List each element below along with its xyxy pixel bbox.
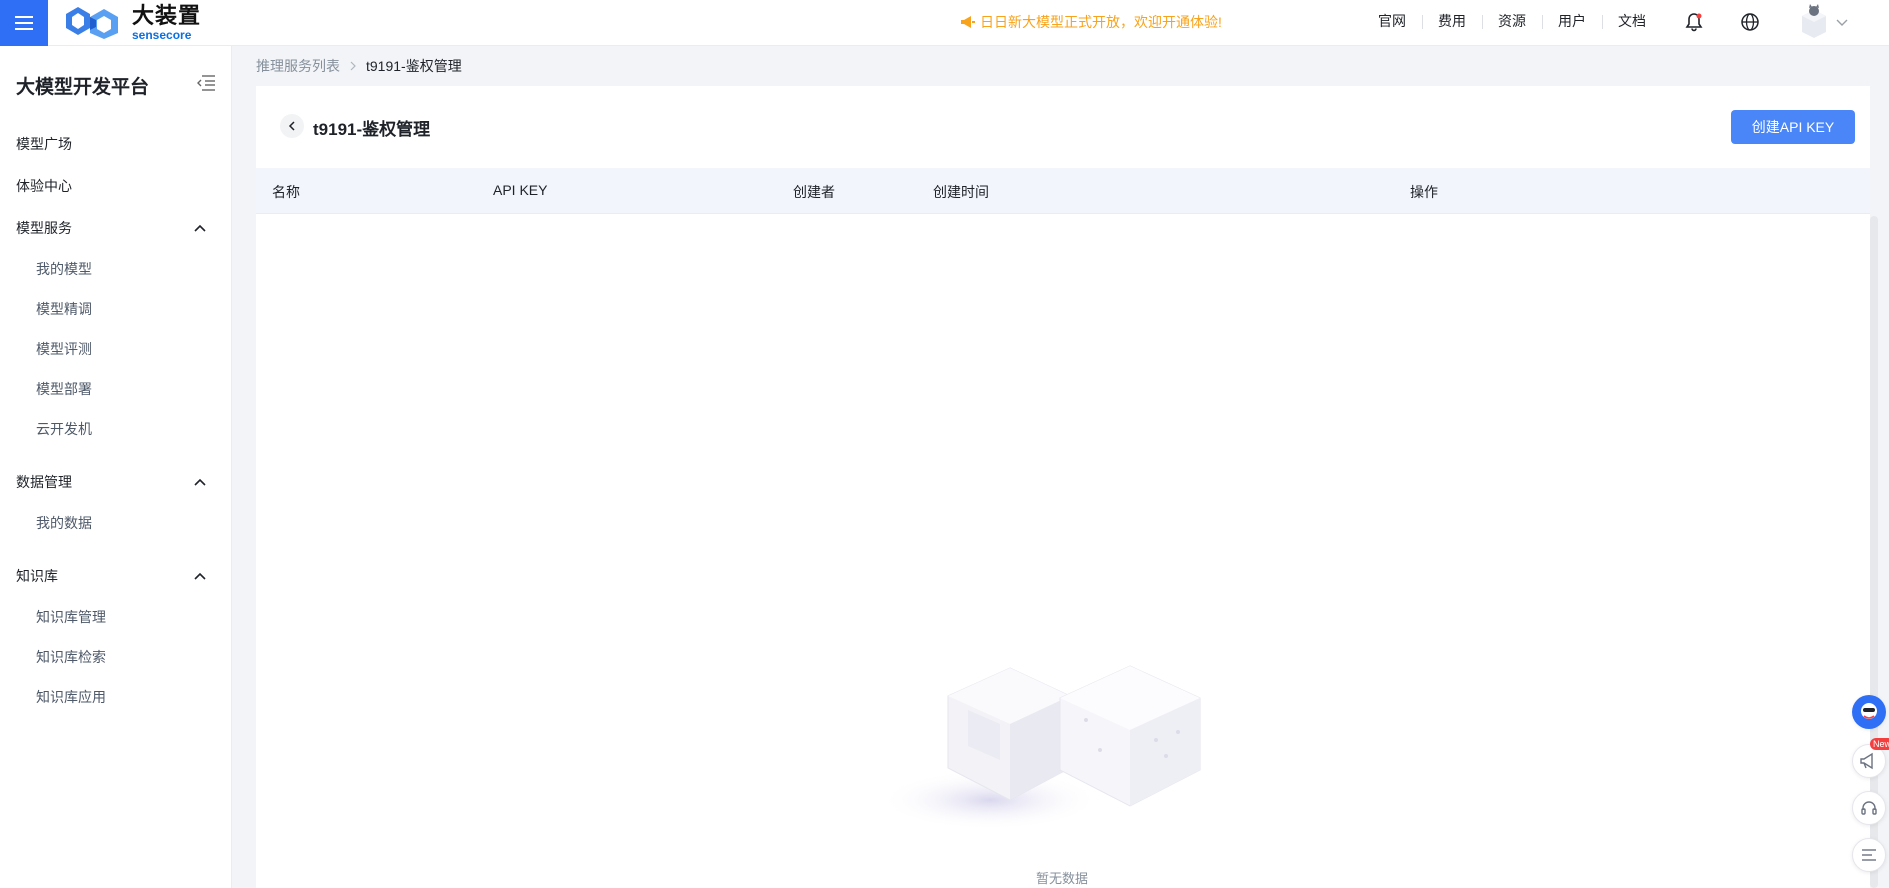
globe-icon[interactable] xyxy=(1738,10,1762,34)
chevron-down-icon[interactable] xyxy=(1836,14,1848,30)
column-header-created-time: 创建时间 xyxy=(933,184,989,200)
create-api-key-button[interactable]: 创建API KEY xyxy=(1731,110,1855,144)
sidebar-item-model-square[interactable]: 模型广场 xyxy=(16,134,72,154)
sidebar-group-label: 数据管理 xyxy=(16,474,72,490)
sidebar-item-my-models[interactable]: 我的模型 xyxy=(36,259,92,279)
nav-docs[interactable]: 文档 xyxy=(1602,11,1662,31)
announcement-text: 日日新大模型正式开放，欢迎开通体验! xyxy=(980,14,1222,30)
chevron-right-icon xyxy=(350,61,356,71)
logo-cn-text: 大装置 xyxy=(132,3,202,28)
sidebar-title: 大模型开发平台 xyxy=(16,77,150,98)
empty-state-text: 暂无数据 xyxy=(1036,871,1089,886)
sidebar: 大模型开发平台 模型广场 体验中心 模型服务 我的模型 模型精调 模型评测 模型… xyxy=(0,46,232,888)
announcement-bar[interactable]: 日日新大模型正式开放，欢迎开通体验! xyxy=(960,12,1222,32)
sidebar-item-my-data[interactable]: 我的数据 xyxy=(36,513,92,533)
nav-resources[interactable]: 资源 xyxy=(1482,11,1542,31)
sidebar-group-data-management[interactable]: 数据管理 xyxy=(16,472,206,492)
megaphone-icon xyxy=(961,16,975,28)
sidebar-item-evaluation[interactable]: 模型评测 xyxy=(36,339,92,359)
assistant-robot-icon[interactable] xyxy=(1852,695,1886,729)
sidebar-group-label: 模型服务 xyxy=(16,220,72,236)
avatar[interactable] xyxy=(1798,4,1830,40)
breadcrumb: 推理服务列表 t9191-鉴权管理 xyxy=(256,56,462,76)
sidebar-item-deployment[interactable]: 模型部署 xyxy=(36,379,92,399)
top-nav: 官网 费用 资源 用户 文档 xyxy=(1362,11,1662,31)
sidebar-item-kb-search[interactable]: 知识库检索 xyxy=(36,647,106,667)
sidebar-item-kb-apps[interactable]: 知识库应用 xyxy=(36,687,106,707)
logo-en-text: sensecore xyxy=(132,28,192,42)
column-header-api-key: API KEY xyxy=(493,182,548,198)
chevron-up-icon xyxy=(194,478,206,486)
breadcrumb-parent[interactable]: 推理服务列表 xyxy=(256,56,340,76)
logo-cubes-icon xyxy=(66,7,118,39)
sidebar-item-cloud-dev[interactable]: 云开发机 xyxy=(36,419,92,439)
scrollbar[interactable] xyxy=(1870,216,1878,888)
sidebar-item-experience-center[interactable]: 体验中心 xyxy=(16,176,72,196)
bell-icon[interactable] xyxy=(1682,10,1706,34)
table-header: 名称 API KEY 创建者 创建时间 操作 xyxy=(256,168,1870,214)
sidebar-group-knowledge-base[interactable]: 知识库 xyxy=(16,566,206,586)
top-header: 大装置 sensecore 日日新大模型正式开放，欢迎开通体验! 官网 费用 资… xyxy=(0,0,1889,46)
empty-state-illustration xyxy=(860,660,1220,830)
sidebar-group-label: 知识库 xyxy=(16,568,58,584)
column-header-actions: 操作 xyxy=(1410,184,1438,200)
column-header-name: 名称 xyxy=(272,184,300,200)
logo[interactable]: 大装置 sensecore xyxy=(64,3,201,43)
sidebar-item-fine-tune[interactable]: 模型精调 xyxy=(36,299,92,319)
chevron-up-icon xyxy=(194,572,206,580)
nav-billing[interactable]: 费用 xyxy=(1422,11,1482,31)
chevron-left-icon xyxy=(288,121,295,131)
collapse-sidebar-icon[interactable] xyxy=(196,74,216,95)
nav-official-site[interactable]: 官网 xyxy=(1362,11,1422,31)
sidebar-group-model-service[interactable]: 模型服务 xyxy=(16,218,206,238)
page-title: t9191-鉴权管理 xyxy=(313,120,431,139)
headset-icon[interactable] xyxy=(1852,791,1886,825)
list-menu-icon[interactable] xyxy=(1852,838,1886,872)
breadcrumb-current: t9191-鉴权管理 xyxy=(366,58,462,74)
sidebar-item-kb-management[interactable]: 知识库管理 xyxy=(36,607,106,627)
chevron-up-icon xyxy=(194,224,206,232)
menu-icon[interactable] xyxy=(0,0,48,46)
new-badge: New xyxy=(1870,738,1889,750)
column-header-creator: 创建者 xyxy=(793,184,835,200)
nav-users[interactable]: 用户 xyxy=(1542,11,1602,31)
back-button[interactable] xyxy=(280,114,304,138)
